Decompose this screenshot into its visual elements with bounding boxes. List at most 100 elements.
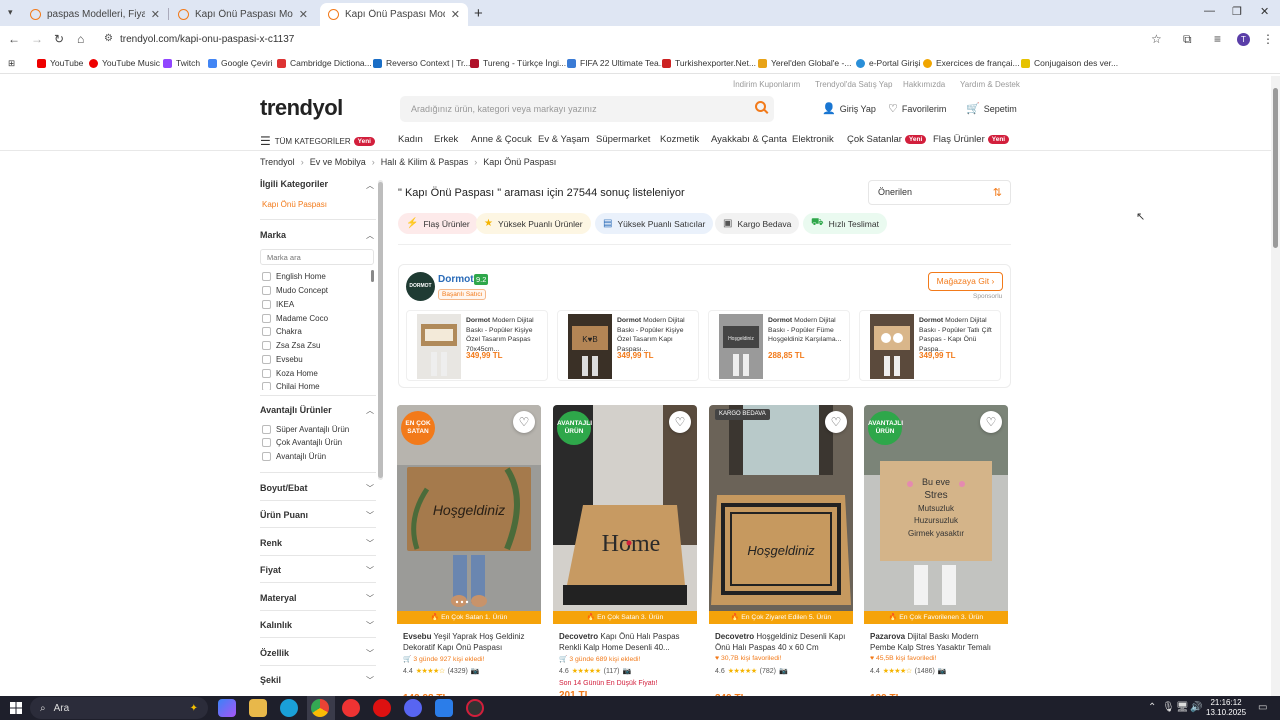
app-icon[interactable]: [466, 699, 484, 717]
brand-checkbox-row[interactable]: Chakra: [262, 327, 302, 336]
scrollbar-thumb[interactable]: [1273, 88, 1278, 248]
chevron-down-icon[interactable]: ﹀: [366, 483, 374, 494]
sort-dropdown[interactable]: Önerilen ⇅: [868, 180, 1011, 205]
product-card[interactable]: Hoşgeldiniz EN ÇOK SATAN ♡ 🔥 En Çok Sata…: [397, 405, 541, 705]
reload-icon[interactable]: ↻: [54, 32, 64, 46]
browser-tab-active[interactable]: Kapı Önü Paspası Modelleri | D ✕: [320, 3, 468, 26]
nav-ayakkabi-canta[interactable]: Ayakkabı & Çanta: [711, 134, 787, 145]
checkbox[interactable]: [262, 327, 271, 336]
chevron-up-icon[interactable]: ︿: [366, 180, 374, 191]
chrome-icon[interactable]: [311, 699, 329, 717]
bookmark-conjugaison[interactable]: Conjugaison des ver...: [1021, 58, 1118, 68]
microphone-icon[interactable]: 🎙: [1162, 702, 1175, 713]
checkbox[interactable]: [262, 382, 271, 390]
maximize-icon[interactable]: ❐: [1232, 5, 1242, 18]
brand-checkbox-row[interactable]: Chilai Home: [262, 382, 320, 390]
product-title[interactable]: Evsebu Yeşil Yaprak Hoş Geldiniz Dekorat…: [403, 631, 537, 653]
yandex-browser-icon[interactable]: [342, 699, 360, 717]
chip-high-rated-products[interactable]: ★ Yüksek Puanlı Ürünler: [476, 213, 591, 234]
chevron-up-icon[interactable]: ︿: [366, 405, 374, 416]
brand-checkbox-row[interactable]: Zsa Zsa Zsu: [262, 341, 320, 350]
nav-flas-urunler[interactable]: Flaş Ürünler Yeni: [933, 134, 1010, 145]
nav-kadin[interactable]: Kadın: [398, 134, 423, 145]
chevron-down-icon[interactable]: ﹀: [366, 593, 374, 604]
checkbox[interactable]: [262, 438, 271, 447]
vscode-icon[interactable]: [435, 699, 453, 717]
brand-search-input[interactable]: [260, 249, 374, 265]
brand-checkbox-row[interactable]: Madame Coco: [262, 314, 328, 323]
breadcrumb-item[interactable]: Ev ve Mobilya: [310, 157, 366, 167]
chevron-up-icon[interactable]: ︿: [366, 230, 374, 241]
tray-chevron-icon[interactable]: ⌃: [1148, 702, 1156, 713]
util-link-coupons[interactable]: İndirim Kuponlarım: [733, 80, 800, 89]
favorite-heart-icon[interactable]: ♡: [513, 411, 535, 433]
nav-anne-cocuk[interactable]: Anne & Çocuk: [471, 134, 532, 145]
util-link-sell[interactable]: Trendyol'da Satış Yap: [815, 80, 892, 89]
browser-tab[interactable]: paspas Modelleri, Fiyatları - Tre ✕: [22, 3, 168, 26]
filter-price-heading[interactable]: Fiyat: [260, 565, 281, 575]
nav-cok-satanlar[interactable]: Çok Satanlar Yeni: [847, 134, 927, 145]
nav-erkek[interactable]: Erkek: [434, 134, 458, 145]
close-icon[interactable]: ✕: [299, 8, 308, 21]
file-explorer-icon[interactable]: [249, 699, 267, 717]
network-icon[interactable]: 🖥: [1176, 702, 1189, 713]
checkbox[interactable]: [262, 300, 271, 309]
checkbox[interactable]: [262, 286, 271, 295]
filter-rating-heading[interactable]: Ürün Puanı: [260, 510, 308, 520]
util-link-about[interactable]: Hakkımızda: [903, 80, 945, 89]
chip-high-rated-sellers[interactable]: ▤ Yüksek Puanlı Satıcılar: [595, 213, 714, 234]
favorite-heart-icon[interactable]: ♡: [825, 411, 847, 433]
cart-button[interactable]: 🛒 Sepetim: [966, 102, 1017, 115]
filter-thickness-heading[interactable]: Kalınlık: [260, 620, 292, 630]
system-clock[interactable]: 21:16:12 13.10.2025: [1206, 698, 1246, 718]
bookmark-google-translate[interactable]: Google Çeviri: [208, 58, 273, 68]
chip-free-shipping[interactable]: ▣ Kargo Bedava: [715, 213, 800, 234]
edge-browser-icon[interactable]: [280, 699, 298, 717]
product-title[interactable]: Decovetro Hoşgeldiniz Desenli Kapı Önü H…: [715, 631, 849, 653]
discord-icon[interactable]: [404, 699, 422, 717]
media-control-icon[interactable]: ≡: [1214, 32, 1221, 46]
checkbox[interactable]: [262, 314, 271, 323]
login-button[interactable]: 👤 Giriş Yap: [822, 102, 876, 115]
checkbox[interactable]: [262, 272, 271, 281]
volume-icon[interactable]: 🔊: [1190, 702, 1202, 713]
product-card[interactable]: Home AVANTAJLI ÜRÜN ♡ 🔥 En Çok Satan 3. …: [553, 405, 697, 705]
chevron-down-icon[interactable]: ﹀: [366, 510, 374, 521]
forward-arrow-icon[interactable]: →: [31, 32, 43, 46]
apps-grid-icon[interactable]: ⊞: [8, 58, 15, 69]
window-close-icon[interactable]: ✕: [1260, 5, 1269, 18]
go-to-store-button[interactable]: Mağazaya Git ›: [928, 272, 1003, 291]
bookmark-youtube-music[interactable]: YouTube Music: [89, 58, 160, 68]
nav-ev-yasam[interactable]: Ev & Yaşam: [538, 134, 589, 145]
extensions-icon[interactable]: ⧉: [1183, 32, 1192, 47]
brand-checkbox-row[interactable]: English Home: [262, 272, 326, 281]
bookmark-twitch[interactable]: Twitch: [163, 58, 200, 68]
store-logo[interactable]: DORMOT: [406, 272, 435, 301]
checkbox[interactable]: [262, 369, 271, 378]
chevron-down-icon[interactable]: ﹀: [366, 675, 374, 686]
brand-checkbox-row[interactable]: Mudo Concept: [262, 286, 328, 295]
bookmark-star-icon[interactable]: ☆: [1151, 32, 1162, 46]
related-category-link[interactable]: Kapı Önü Paspası: [262, 200, 327, 209]
site-settings-icon[interactable]: ⚙: [104, 33, 113, 44]
checkbox[interactable]: [262, 452, 271, 461]
checkbox[interactable]: [262, 341, 271, 350]
back-arrow-icon[interactable]: ←: [8, 32, 20, 46]
advantage-filter-heading[interactable]: Avantajlı Ürünler: [260, 405, 332, 415]
notification-icon[interactable]: ▭: [1258, 702, 1267, 713]
bookmark-exercices[interactable]: Exercices de françai...: [923, 58, 1020, 68]
checkbox[interactable]: [262, 355, 271, 364]
bookmark-cambridge[interactable]: Cambridge Dictiona...: [277, 58, 372, 68]
brand-list-scrollbar[interactable]: [371, 270, 374, 282]
store-product-card[interactable]: K♥B Dormot Modern Dijital Baskı - Popüle…: [557, 310, 699, 381]
related-categories-heading[interactable]: İlgili Kategoriler: [260, 179, 328, 189]
bookmark-turkishexporter[interactable]: Turkishexporter.Net...: [662, 58, 756, 68]
util-link-help[interactable]: Yardım & Destek: [960, 80, 1020, 89]
home-icon[interactable]: ⌂: [77, 32, 84, 46]
url-field[interactable]: trendyol.com/kapi-onu-paspasi-x-c1137: [120, 34, 294, 45]
filter-material-heading[interactable]: Materyal: [260, 593, 297, 603]
favorites-button[interactable]: ♡ Favorilerim: [888, 102, 946, 115]
product-title[interactable]: Decovetro Kapı Önü Halı Paspas Renkli Ka…: [559, 631, 693, 653]
minimize-icon[interactable]: —: [1204, 5, 1215, 17]
search-icon[interactable]: [755, 101, 766, 112]
